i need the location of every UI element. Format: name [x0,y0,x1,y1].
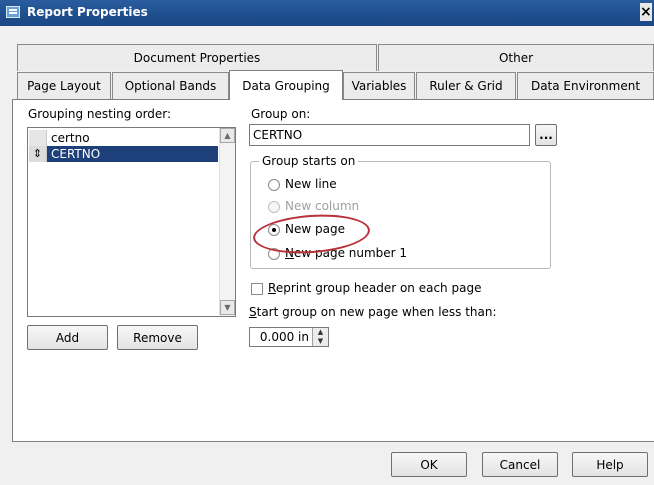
list-item[interactable]: certno [29,130,218,146]
reprint-header-label: Reprint group header on each page [268,281,482,295]
list-item-text: certno [51,131,90,145]
start-group-spinner[interactable]: 0.000 in ▲ ▼ [249,327,329,347]
tab-optional-bands[interactable]: Optional Bands [112,72,229,99]
scroll-down-icon[interactable]: ▼ [220,300,235,315]
tab-label: Optional Bands [124,79,217,93]
new-column-radio[interactable] [268,201,280,213]
row-marker [29,130,47,146]
grouping-list[interactable]: certno ⇕ CERTNO ▲ ▼ [27,127,236,317]
tab-label: Document Properties [133,51,261,65]
move-handle-icon[interactable]: ⇕ [29,146,47,162]
cancel-button[interactable]: Cancel [482,452,558,477]
tab-page-layout[interactable]: Page Layout [17,72,111,99]
group-starts-on-legend: Group starts on [259,154,359,168]
grouping-nesting-order-label: Grouping nesting order: [28,107,172,121]
list-item[interactable]: ⇕ CERTNO [29,146,218,162]
tab-other[interactable]: Other [378,44,654,71]
list-scrollbar[interactable]: ▲ ▼ [219,128,235,316]
tab-data-environment[interactable]: Data Environment [517,72,654,99]
list-item-text: CERTNO [51,147,101,161]
browse-button[interactable]: ... [535,124,557,146]
add-button[interactable]: Add [27,325,108,350]
tab-label: Data Environment [530,79,641,93]
tab-label: Ruler & Grid [429,79,503,93]
tab-label: Variables [351,79,407,93]
tab-label: Page Layout [27,79,101,93]
new-column-label: New column [285,199,360,213]
spinner-value: 0.000 in [259,330,309,344]
app-icon [6,6,20,18]
remove-button[interactable]: Remove [117,325,198,350]
spin-up-icon[interactable]: ▲ [313,328,328,337]
tab-ruler-grid[interactable]: Ruler & Grid [416,72,516,99]
tab-variables[interactable]: Variables [343,72,415,99]
window-title: Report Properties [27,5,148,19]
title-bar[interactable]: Report Properties × [0,0,654,26]
close-icon[interactable]: × [640,3,652,21]
tab-data-grouping[interactable]: Data Grouping [229,70,343,100]
spinner-arrows[interactable]: ▲ ▼ [312,328,328,346]
report-properties-dialog: Report Properties × Document Properties … [0,0,654,485]
group-on-field[interactable]: CERTNO [249,124,530,146]
start-group-label: Start group on new page when less than: [249,305,497,319]
tab-document-properties[interactable]: Document Properties [17,44,377,71]
tab-label: Data Grouping [242,78,330,93]
scroll-up-icon[interactable]: ▲ [220,128,235,143]
group-on-label: Group on: [251,107,311,121]
new-line-label: New line [285,177,337,191]
tab-label: Other [498,51,534,65]
spin-down-icon[interactable]: ▼ [313,337,328,346]
reprint-header-checkbox[interactable] [251,283,263,295]
ok-button[interactable]: OK [391,452,467,477]
help-button[interactable]: Help [572,452,648,477]
new-line-radio[interactable] [268,179,280,191]
